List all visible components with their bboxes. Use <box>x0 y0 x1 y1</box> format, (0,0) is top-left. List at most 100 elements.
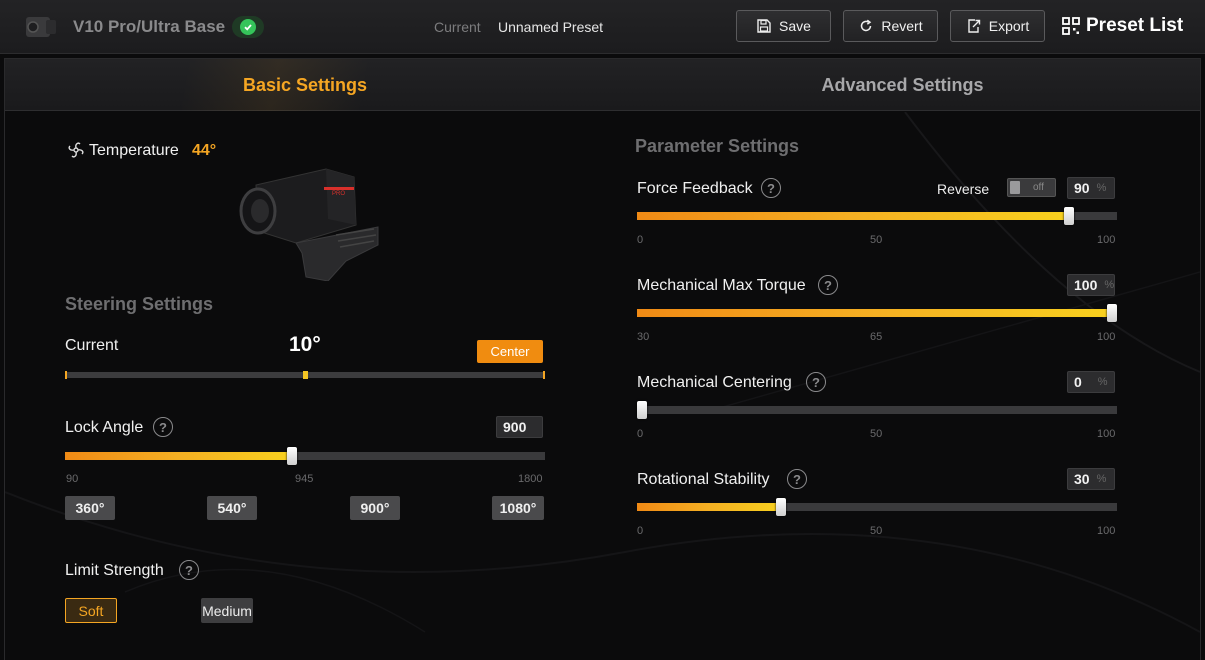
lock-angle-slider[interactable] <box>65 447 545 465</box>
force-feedback-tick-max: 100 <box>1097 234 1116 246</box>
force-feedback-help-icon[interactable]: ? <box>761 178 781 198</box>
preset-900-button[interactable]: 900° <box>350 496 400 520</box>
lock-angle-label: Lock Angle <box>65 419 144 436</box>
max-torque-unit: % <box>1104 279 1115 291</box>
force-feedback-fill <box>637 212 1069 220</box>
max-torque-thumb[interactable] <box>1107 304 1117 322</box>
center-button[interactable]: Center <box>477 340 543 363</box>
wheel-base-image: PRO <box>239 168 379 281</box>
connected-status-icon <box>232 16 264 38</box>
stability-input[interactable]: 30% <box>1067 468 1115 490</box>
lock-angle-help-icon[interactable]: ? <box>153 417 173 437</box>
steering-settings-title: Steering Settings <box>65 294 214 314</box>
stability-help-icon[interactable]: ? <box>787 469 807 489</box>
current-angle-value: 10° <box>289 333 321 356</box>
stability-value: 30 <box>1074 471 1090 487</box>
tab-basic-settings[interactable]: Basic Settings <box>5 59 605 111</box>
max-torque-help-icon[interactable]: ? <box>818 275 838 295</box>
reverse-label: Reverse <box>937 181 990 197</box>
force-feedback-input[interactable]: 90% <box>1067 177 1115 199</box>
revert-button[interactable]: Revert <box>843 10 938 42</box>
max-torque-input[interactable]: 100% <box>1067 274 1115 296</box>
temperature-label: Temperature <box>89 142 179 159</box>
save-button[interactable]: Save <box>736 10 831 42</box>
limit-strength-help-icon[interactable]: ? <box>179 560 199 580</box>
centering-slider[interactable] <box>637 401 1117 419</box>
force-feedback-slider[interactable] <box>637 207 1117 225</box>
current-angle-bar <box>65 371 545 379</box>
max-torque-slider[interactable] <box>637 304 1117 322</box>
stability-slider[interactable] <box>637 498 1117 516</box>
lock-angle-thumb[interactable] <box>287 447 297 465</box>
limit-medium-option[interactable]: Medium <box>201 598 253 623</box>
centering-input[interactable]: 0% <box>1067 371 1115 393</box>
tab-advanced-settings[interactable]: Advanced Settings <box>605 59 1200 111</box>
stability-fill <box>637 503 781 511</box>
save-label: Save <box>779 18 811 34</box>
temperature-value: 44° <box>192 142 217 159</box>
stability-tick-max: 100 <box>1097 525 1116 537</box>
current-preset-name: Unnamed Preset <box>498 19 604 35</box>
base-logo-icon <box>26 17 56 37</box>
centering-value: 0 <box>1074 374 1082 390</box>
current-preset-label: Current <box>434 19 481 35</box>
reverse-toggle-knob <box>1010 181 1020 194</box>
max-torque-value: 100 <box>1074 277 1098 293</box>
lock-angle-tick-min: 90 <box>66 473 79 485</box>
preset-1080-button[interactable]: 1080° <box>492 496 544 520</box>
centering-unit: % <box>1097 376 1108 388</box>
device-badge: PRO <box>332 191 345 197</box>
preset-540-button[interactable]: 540° <box>207 496 257 520</box>
force-feedback-tick-min: 0 <box>637 234 644 246</box>
preset-list-label: Preset List <box>1086 15 1184 36</box>
centering-tick-max: 100 <box>1097 428 1116 440</box>
centering-label: Mechanical Centering <box>637 374 792 391</box>
limit-strength-label: Limit Strength <box>65 562 164 579</box>
save-icon <box>757 19 771 33</box>
lock-angle-tick-mid: 945 <box>295 473 314 485</box>
preset-list-button[interactable]: Preset List <box>1062 15 1183 37</box>
preset-list-icon <box>1062 17 1080 35</box>
reverse-toggle[interactable]: off <box>1007 178 1056 197</box>
lock-angle-tick-max: 1800 <box>518 473 543 485</box>
device-name: V10 Pro/Ultra Base <box>73 17 226 36</box>
stability-unit: % <box>1096 473 1107 485</box>
export-button[interactable]: Export <box>950 10 1045 42</box>
max-torque-label: Mechanical Max Torque <box>637 277 806 294</box>
force-feedback-label: Force Feedback <box>637 180 753 197</box>
revert-icon <box>861 19 872 32</box>
angle-marker <box>303 371 308 379</box>
export-label: Export <box>988 18 1030 34</box>
force-feedback-thumb[interactable] <box>1064 207 1074 225</box>
current-angle-label: Current <box>65 337 119 354</box>
angle-bar-right-end <box>543 371 545 379</box>
stability-label: Rotational Stability <box>637 471 770 488</box>
preset-360-button[interactable]: 360° <box>65 496 115 520</box>
stability-tick-mid: 50 <box>870 525 883 537</box>
centering-tick-min: 0 <box>637 428 644 440</box>
force-feedback-unit: % <box>1096 182 1107 194</box>
stability-thumb[interactable] <box>776 498 786 516</box>
angle-bar-left-end <box>65 371 67 379</box>
max-torque-tick-max: 100 <box>1097 331 1116 343</box>
max-torque-tick-mid: 65 <box>870 331 883 343</box>
revert-label: Revert <box>881 18 923 34</box>
max-torque-fill <box>637 309 1117 317</box>
lock-angle-value: 900 <box>503 419 527 435</box>
centering-help-icon[interactable]: ? <box>806 372 826 392</box>
fan-icon <box>68 142 84 158</box>
parameter-settings-title: Parameter Settings <box>635 136 800 156</box>
force-feedback-tick-mid: 50 <box>870 234 883 246</box>
centering-tick-mid: 50 <box>870 428 883 440</box>
max-torque-tick-min: 30 <box>637 331 650 343</box>
stability-tick-min: 0 <box>637 525 644 537</box>
limit-soft-option[interactable]: Soft <box>65 598 117 623</box>
top-bar: V10 Pro/Ultra Base Current Unnamed Prese… <box>0 0 1205 54</box>
export-icon <box>968 19 980 33</box>
lock-angle-input[interactable]: 900 <box>496 416 543 438</box>
lock-angle-fill <box>65 452 292 460</box>
centering-thumb[interactable] <box>637 401 647 419</box>
force-feedback-value: 90 <box>1074 180 1090 196</box>
settings-tabs: Basic Settings Advanced Settings <box>5 59 1200 111</box>
reverse-toggle-state: off <box>1033 182 1044 193</box>
